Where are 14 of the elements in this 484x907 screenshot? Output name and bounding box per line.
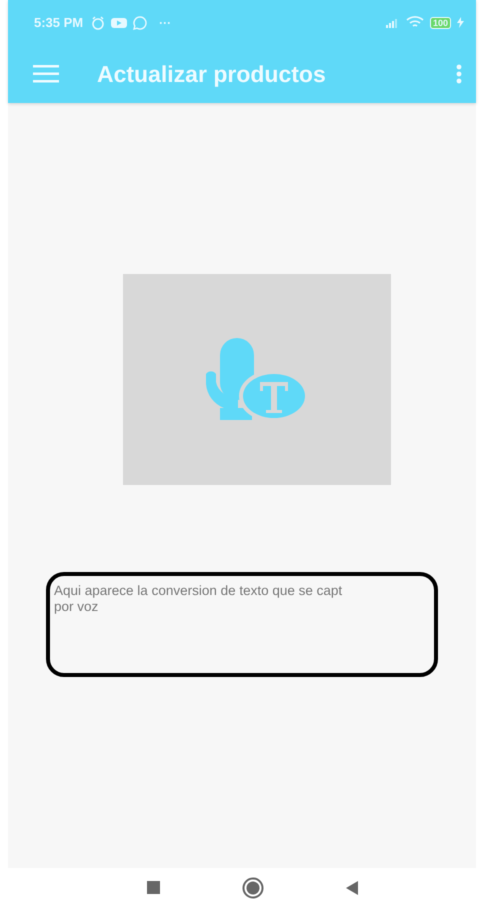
signal-icon — [386, 18, 400, 28]
alarm-clock-icon — [91, 16, 106, 30]
more-notifications: ··· — [159, 16, 172, 30]
chat-bubble-icon — [133, 16, 148, 30]
battery-level: 100 — [430, 16, 451, 28]
charging-icon — [457, 17, 464, 28]
status-time: 5:35 PM — [34, 15, 84, 30]
video-icon — [111, 16, 128, 28]
home-icon[interactable] — [242, 876, 264, 898]
wifi-icon — [406, 16, 424, 29]
recents-icon[interactable] — [146, 881, 160, 894]
speech-text-output: Aqui aparece la conversion de texto que se capt por voz — [46, 572, 438, 677]
toolbar-title: Actualizar productos — [97, 60, 326, 88]
back-icon[interactable] — [346, 880, 358, 894]
